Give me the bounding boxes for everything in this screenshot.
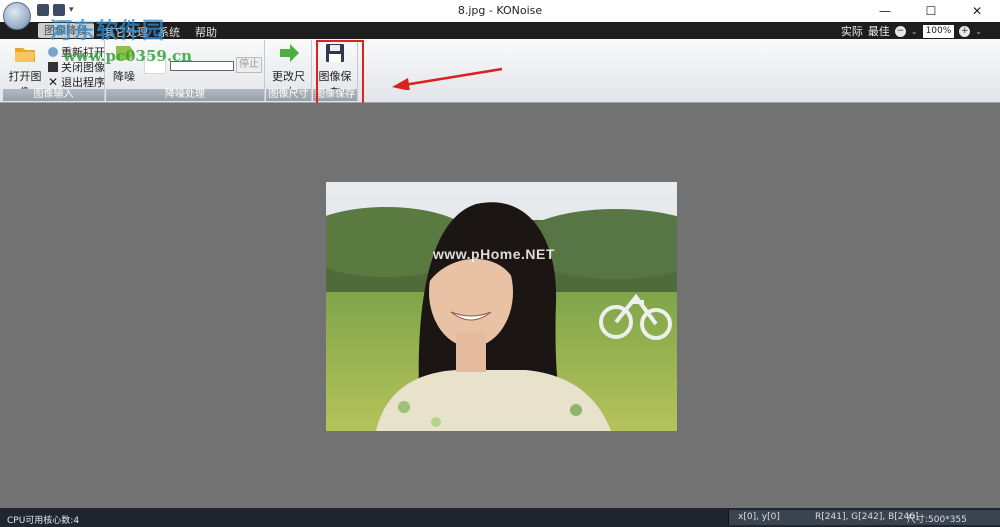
application-menu-button[interactable] (3, 2, 31, 30)
zoom-out-dropdown-icon[interactable]: ⌄ (911, 27, 918, 36)
close-image-icon (48, 62, 58, 72)
photo-watermark: www.pHome.NET (433, 246, 555, 262)
rgb-status: R[241], G[242], B[246] (815, 512, 919, 522)
refresh-icon (48, 47, 58, 57)
maximize-button[interactable]: ☐ (908, 0, 954, 22)
resize-arrow-icon (279, 44, 299, 62)
cursor-coords-status: x[0], y[0] (738, 512, 780, 522)
exit-x-icon: ✕ (48, 75, 59, 89)
window-controls: — ☐ ✕ (862, 0, 1000, 22)
zoom-controls: 实际 最佳 − ⌄ 100% + ⌄ (841, 23, 982, 39)
group-label-image-input: 图像输入 (3, 89, 104, 101)
zoom-value-input[interactable]: 100% (922, 24, 955, 38)
pixel-info-panel: x[0], y[0] R[241], G[242], B[246] 尺寸:500… (728, 510, 1000, 525)
loaded-photo: www.pHome.NET (326, 182, 677, 431)
exit-program-button[interactable]: ✕ 退出程序 (48, 74, 105, 90)
denoise-label: 降噪 (113, 70, 135, 83)
folder-open-icon (15, 48, 35, 62)
close-button[interactable]: ✕ (954, 0, 1000, 22)
group-label-denoise: 降噪处理 (106, 89, 264, 101)
zoom-in-icon[interactable]: + (959, 25, 971, 37)
photo-image (326, 182, 677, 431)
zoom-out-icon[interactable]: − (894, 25, 906, 37)
exit-program-label: 退出程序 (61, 76, 106, 89)
save-button-highlight-box (316, 40, 364, 110)
menu-tab-help[interactable]: 帮助 (195, 24, 217, 40)
zoom-actual-button[interactable]: 实际 (841, 23, 863, 39)
zoom-in-dropdown-icon[interactable]: ⌄ (975, 27, 982, 36)
site-watermark: 河东软件园 (50, 18, 166, 44)
zoom-best-button[interactable]: 最佳 (868, 23, 890, 39)
site-watermark-url: www.pc0359.cn (63, 47, 193, 65)
image-size-status: 尺寸:500*355 (907, 515, 967, 525)
group-label-image-size: 图像尺寸 (266, 89, 311, 101)
stop-button[interactable]: 停止 (236, 57, 262, 73)
annotation-arrow-icon (392, 67, 503, 90)
status-bar: CPU可用核心数:4 x[0], y[0] R[241], G[242], B[… (0, 508, 1000, 527)
minimize-button[interactable]: — (862, 0, 908, 22)
group-image-size: 更改尺寸 图像尺寸 (266, 40, 312, 101)
cpu-cores-status: CPU可用核心数:4 (7, 516, 80, 526)
